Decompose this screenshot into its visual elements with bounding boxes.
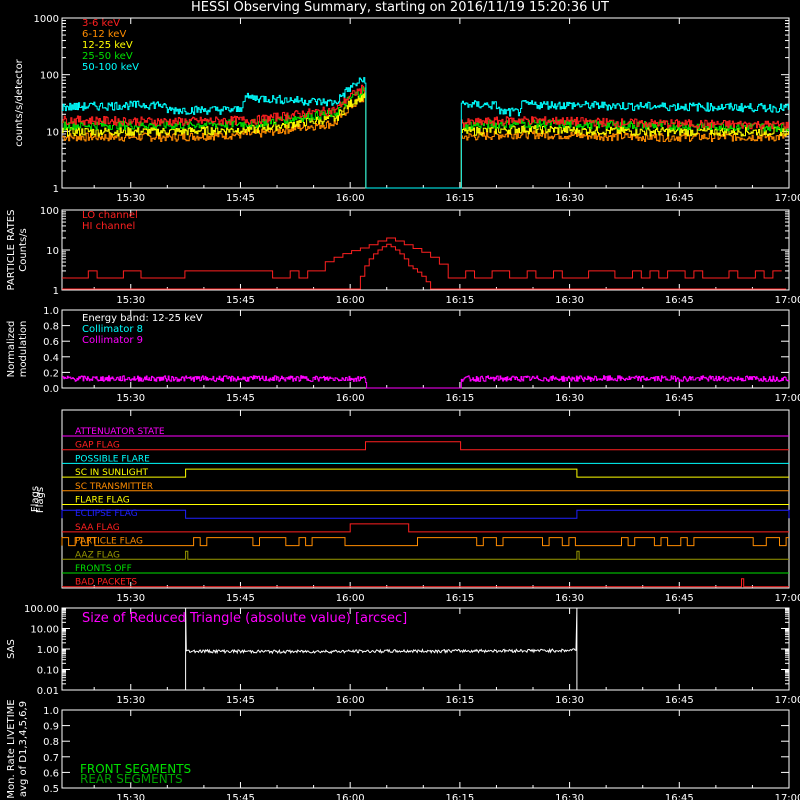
y-axis-label: counts/s/detector [14,58,25,146]
x-tick-label: 16:00 [336,193,365,204]
y-axis-label: PARTICLE RATES [6,210,17,291]
x-tick-label: 16:30 [555,593,584,604]
y-tick-label: 0.7 [43,753,59,764]
legend-label-livetime: REAR SEGMENTS [80,772,183,786]
x-tick-label: 16:30 [555,295,584,306]
hessi-summary-chart: 15:30 15:45 16:00 16:15 16:30 16:45 17:00 count… [6,14,800,800]
y-tick-label: 100 [40,206,59,217]
y-axis-label-flags: Flags [35,487,46,513]
x-tick-label: 16:30 [555,793,584,800]
panel-frame-counts [61,17,790,189]
x-tick-label: 17:00 [775,793,800,800]
y-axis-label: Counts/s [18,228,29,272]
x-tick-label: 15:30 [116,193,145,204]
x-tick-label: 15:45 [226,593,255,604]
legend-label-counts: 50-100 keV [82,62,139,73]
x-tick-label: 15:30 [116,295,145,306]
x-tick-label: 16:15 [445,193,474,204]
flag-line [61,537,789,547]
y-axis-label: Normalized [6,321,17,378]
x-tick-label: 15:45 [226,295,255,306]
x-tick-label: 16:15 [445,295,474,306]
y-tick-label: 100.00 [24,604,59,615]
y-tick-label: 0.01 [37,686,59,697]
y-tick-label: 10 [46,246,59,257]
x-tick-label: 16:45 [665,593,694,604]
flag-line [62,441,789,451]
y-tick-label: 0.4 [43,353,59,364]
x-tick-label: 15:30 [116,593,145,604]
x-tick-label: 17:00 [775,193,800,204]
x-tick-label: 17:00 [775,593,800,604]
series-line-particle-hi [62,243,787,290]
x-tick-label: 16:00 [336,295,365,306]
y-axis-label: Mon. Rate LIVETIME [6,699,17,798]
x-tick-label: 16:00 [336,695,365,706]
y-tick-label: 100 [40,71,59,82]
legend-label-particle: HI channel [82,221,135,232]
x-tick-label: 16:45 [665,295,694,306]
x-tick-label: 16:15 [445,393,474,404]
x-tick-label: 16:30 [555,193,584,204]
y-tick-label: 0.2 [43,368,59,379]
legend-label-counts: 6-12 keV [82,29,126,40]
panel-frame-flags [61,409,790,589]
legend-label-particle: LO channel [82,210,138,221]
x-tick-label: 15:45 [226,393,255,404]
y-tick-label: 1 [53,286,59,297]
y-tick-label: 1 [53,184,59,195]
flag-line [62,550,789,560]
y-tick-label: 1.0 [43,306,59,317]
y-axis-label: modulation [18,321,29,378]
y-tick-label: 10 [46,127,59,138]
modulation-annotation: Energy band: 12-25 keV [82,313,203,324]
x-tick-label: 15:30 [116,793,145,800]
legend-label-counts: 3-6 keV [82,18,120,29]
x-tick-label: 17:00 [775,695,800,706]
x-tick-label: 16:00 [336,593,365,604]
x-tick-label: 16:45 [665,193,694,204]
y-tick-label: 0.10 [37,666,59,677]
x-tick-label: 17:00 [775,295,800,306]
x-tick-label: 16:30 [555,393,584,404]
flag-line [62,468,789,478]
y-tick-label: 0.6 [43,768,59,779]
legend-label-modulation: Collimator 8 [82,324,143,335]
legend-label-counts: 12-25 keV [82,40,133,51]
y-tick-label: 0.9 [43,722,59,733]
legend-label-counts: 25-50 keV [82,51,133,62]
flag-line [62,523,789,533]
x-tick-label: 16:00 [336,393,365,404]
y-tick-label: 0.8 [43,322,59,333]
x-tick-label: 16:15 [445,593,474,604]
x-tick-label: 16:00 [336,793,365,800]
x-tick-label: 17:00 [775,393,800,404]
x-tick-label: 16:45 [665,393,694,404]
y-tick-label: 1.0 [43,706,59,717]
x-tick-label: 16:45 [665,695,694,706]
y-tick-label: 1000 [34,14,59,25]
y-axis-label: SAS [6,639,17,659]
y-tick-label: 0.5 [43,784,59,795]
x-tick-label: 16:30 [555,695,584,706]
y-tick-label: 0.0 [43,384,59,395]
y-tick-label: 1.00 [37,645,59,656]
x-tick-label: 15:45 [226,793,255,800]
flag-line [62,578,789,588]
x-tick-label: 15:45 [226,193,255,204]
flag-line [61,509,790,519]
y-tick-label: 0.6 [43,337,59,348]
y-tick-label: 10.00 [30,625,59,636]
sas-annotation: Size of Reduced Triangle (absolute value… [82,611,407,626]
y-axis-label: avg of D1,3,4,5,6,9 [18,701,29,797]
x-tick-label: 16:15 [445,695,474,706]
x-tick-label: 16:45 [665,793,694,800]
x-tick-label: 16:15 [445,793,474,800]
y-tick-label: 0.8 [43,737,59,748]
x-tick-label: 15:45 [226,695,255,706]
x-tick-label: 15:30 [116,695,145,706]
legend-label-modulation: Collimator 9 [82,335,143,346]
x-tick-label: 15:30 [116,393,145,404]
